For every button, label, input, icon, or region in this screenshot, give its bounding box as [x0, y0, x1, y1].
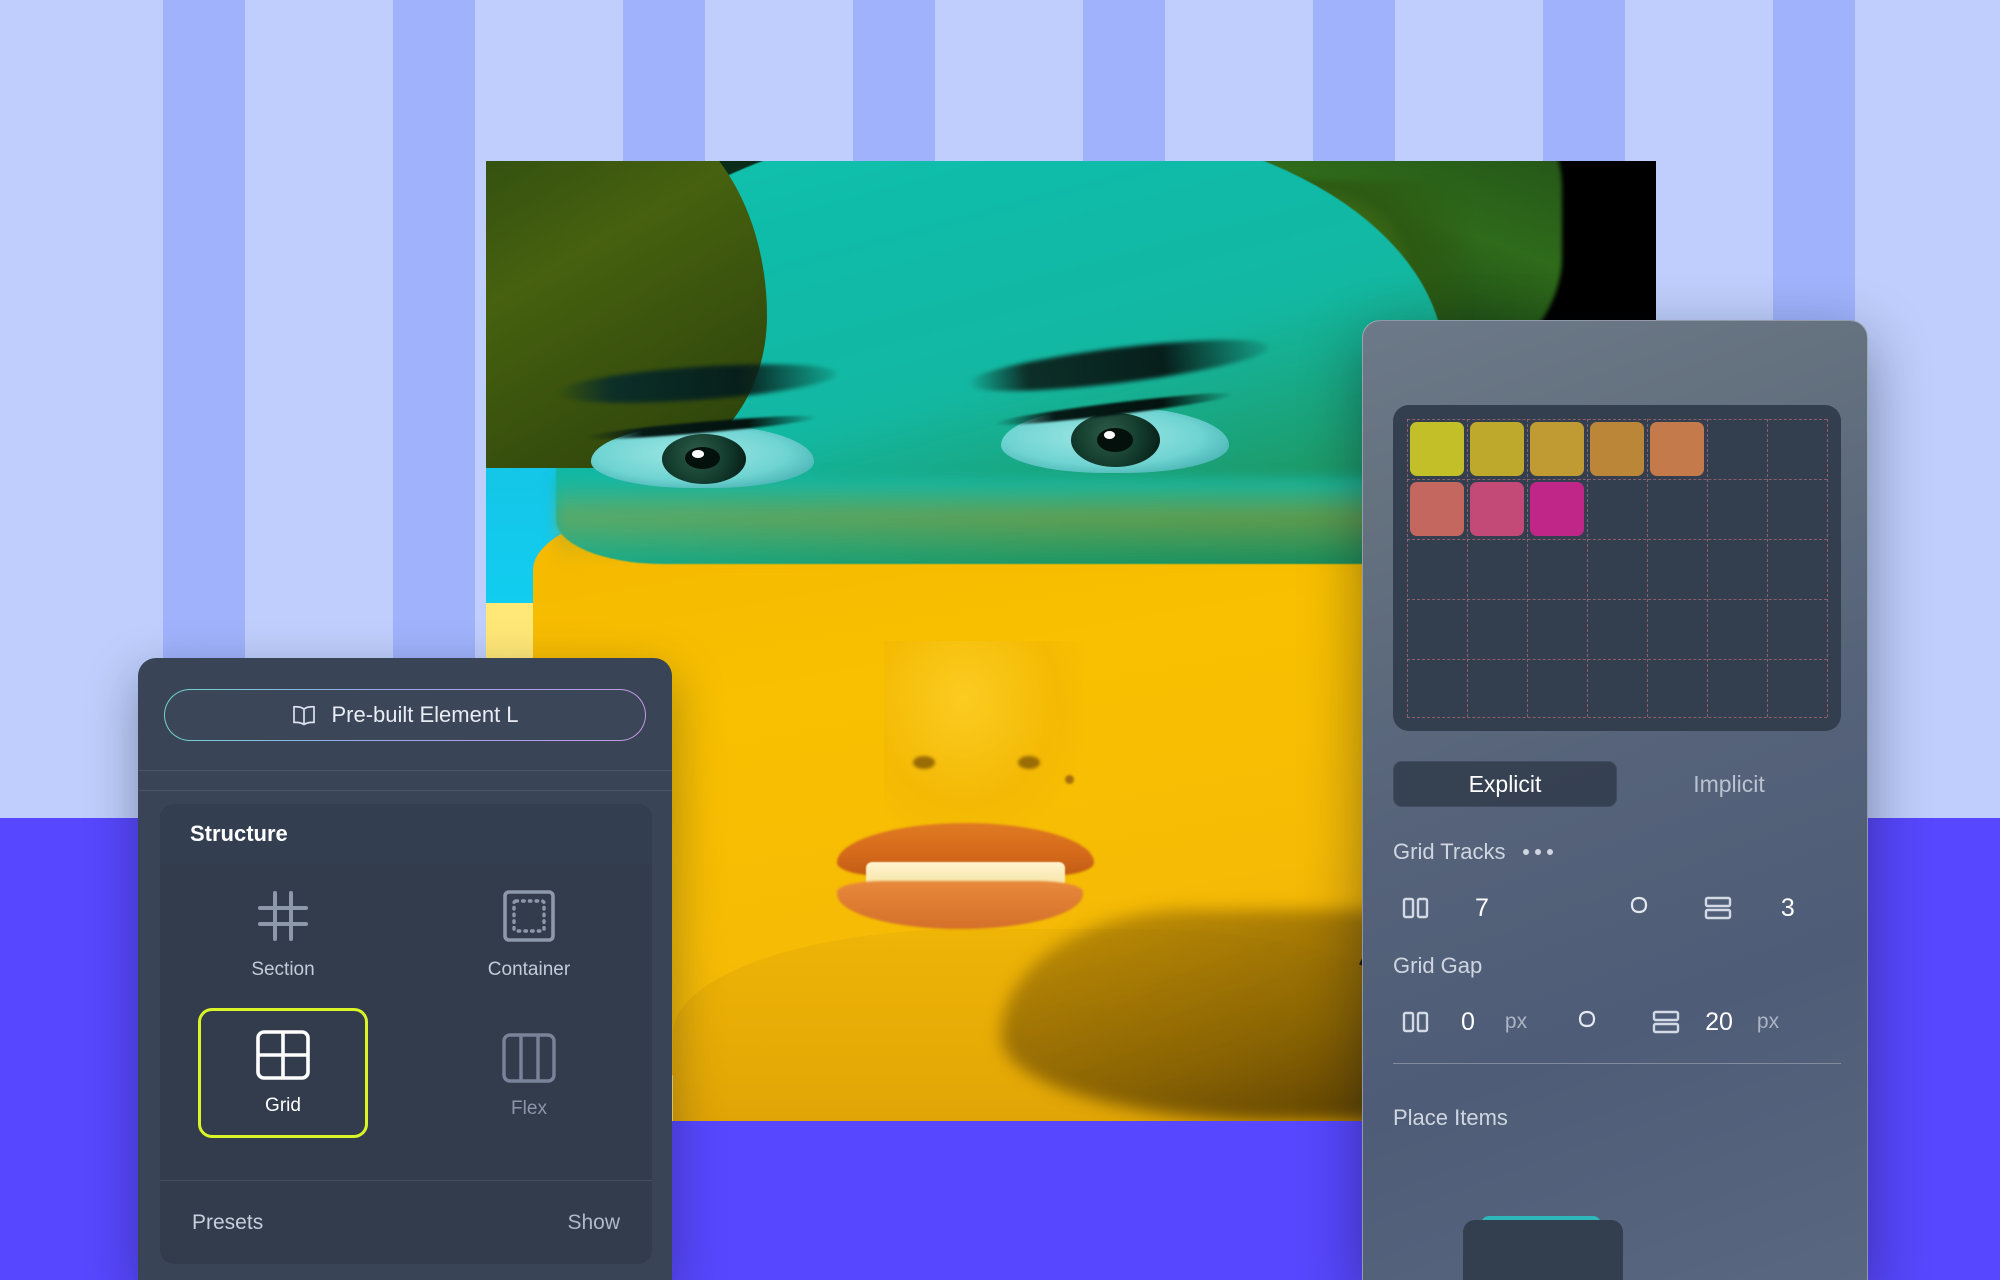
container-dotted-icon: [500, 887, 558, 945]
left-properties-panel: Pre-built Element L Structure Section Co…: [138, 658, 672, 1280]
grid-mode-tabs: Explicit Implicit: [1393, 761, 1841, 807]
tab-explicit[interactable]: Explicit: [1393, 761, 1617, 807]
grid-preview-cell[interactable]: [1650, 422, 1704, 476]
grid-preview-cell[interactable]: [1590, 422, 1644, 476]
structure-options-grid: Section Container Grid Flex: [160, 866, 652, 1144]
panel-divider-2: [138, 790, 672, 791]
grid-gap-label: Grid Gap: [1393, 953, 1483, 978]
presets-show-button[interactable]: Show: [567, 1211, 620, 1235]
grid-tracks-label: Grid Tracks: [1393, 839, 1506, 864]
section-divider: [1393, 1063, 1841, 1064]
grid-2x2-icon: [254, 1029, 312, 1081]
more-dots-icon[interactable]: [1523, 849, 1554, 855]
rows-icon: [1703, 895, 1733, 921]
grid-preview-cell[interactable]: [1470, 482, 1524, 536]
section-grid-icon: [254, 887, 312, 945]
grid-gap-row-value: 20: [1705, 1007, 1733, 1036]
grid-tracks-rows-field[interactable]: 3: [1703, 894, 1795, 923]
structure-option-section[interactable]: Section: [160, 866, 406, 1002]
structure-option-container[interactable]: Container: [406, 866, 652, 1002]
structure-card: Structure Section Container Grid Flex Pr…: [160, 804, 652, 1264]
grid-preview[interactable]: [1393, 405, 1841, 731]
structure-option-grid-label: Grid: [265, 1095, 301, 1116]
grid-tracks-fields: 7 3: [1381, 881, 1851, 935]
place-items-section: Place Items: [1393, 1105, 1508, 1131]
columns-icon: [1401, 895, 1431, 921]
right-grid-settings-panel: Explicit Implicit Grid Tracks 7 3 Grid G…: [1362, 320, 1868, 1280]
grid-gap-section: Grid Gap: [1393, 953, 1482, 979]
grid-preview-cell[interactable]: [1410, 422, 1464, 476]
grid-preview-cell[interactable]: [1470, 422, 1524, 476]
place-items-widget[interactable]: [1463, 1220, 1623, 1280]
grid-gap-row-field[interactable]: 20 px: [1651, 1008, 1779, 1037]
columns-icon: [1401, 1009, 1431, 1035]
grid-tracks-columns-field[interactable]: 7: [1401, 894, 1489, 923]
tab-implicit[interactable]: Implicit: [1617, 761, 1841, 807]
grid-preview-cell[interactable]: [1410, 482, 1464, 536]
grid-gap-fields: 0 px 20 px: [1381, 995, 1851, 1049]
structure-option-flex[interactable]: Flex: [406, 1008, 652, 1144]
prebuilt-element-library-button[interactable]: Pre-built Element L: [164, 689, 646, 741]
structure-option-container-label: Container: [487, 959, 571, 980]
grid-gap-row-unit: px: [1756, 1010, 1780, 1033]
link-chain-icon[interactable]: [1577, 1008, 1597, 1036]
screenshot-canvas: Pre-built Element L Structure Section Co…: [0, 0, 2000, 1280]
prebuilt-element-library-label: Pre-built Element L: [331, 702, 519, 727]
structure-option-flex-label: Flex: [511, 1098, 547, 1119]
grid-gap-column-value: 0: [1461, 1007, 1475, 1036]
grid-gap-column-field[interactable]: 0 px: [1401, 1008, 1527, 1037]
panel-divider-1: [138, 770, 672, 771]
grid-tracks-section: Grid Tracks: [1393, 839, 1554, 865]
grid-tracks-rows-value: 3: [1780, 893, 1795, 922]
link-chain-icon[interactable]: [1629, 894, 1649, 922]
rows-icon: [1651, 1009, 1681, 1035]
flex-columns-icon: [500, 1032, 558, 1084]
grid-preview-cell[interactable]: [1530, 422, 1584, 476]
presets-label: Presets: [192, 1210, 264, 1234]
grid-preview-cell[interactable]: [1530, 482, 1584, 536]
place-items-label: Place Items: [1393, 1105, 1508, 1130]
grid-tracks-columns-value: 7: [1475, 893, 1489, 922]
structure-option-section-label: Section: [251, 959, 315, 980]
grid-gap-column-unit: px: [1504, 1010, 1528, 1033]
structure-option-grid[interactable]: Grid: [198, 1008, 368, 1138]
book-icon: [291, 704, 317, 726]
presets-row: Presets Show: [160, 1180, 652, 1264]
structure-title: Structure: [160, 804, 652, 864]
